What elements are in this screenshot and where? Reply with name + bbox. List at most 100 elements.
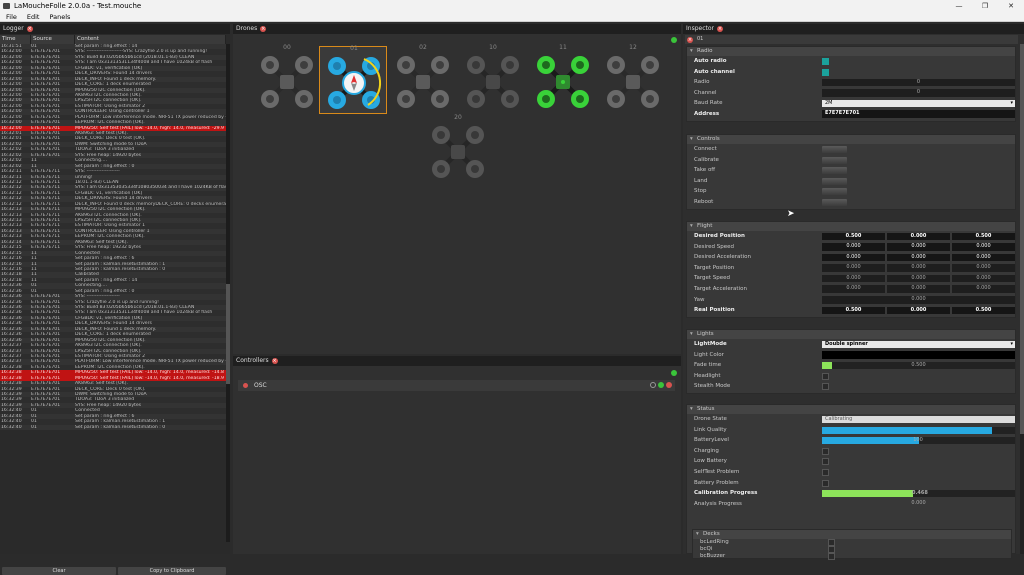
flight-value[interactable]: 0.500 [822,232,885,240]
drone-card[interactable]: 01 [319,45,387,114]
log-source: 01 [31,424,37,430]
calibration-label: Calibration Progress [694,490,758,497]
control-row: Land [687,176,1015,187]
flight-value[interactable]: 0.000 [952,264,1015,272]
control-button[interactable] [822,146,847,153]
drone-card[interactable]: 12 [599,44,667,114]
control-button[interactable] [822,156,847,164]
flight-value[interactable]: 0.000 [887,274,950,283]
drone-graphic [261,56,313,108]
stealth-label: Stealth Mode [694,383,731,390]
logger-scrollbar[interactable] [226,44,230,542]
flight-value[interactable]: 0.000 [822,296,1015,304]
drone-card[interactable]: 11 [529,44,597,114]
control-row: Connect [687,144,1015,155]
baud-select[interactable]: 2M ▾ [822,99,1015,108]
tab-controllers[interactable]: Controllers × [233,356,278,366]
stealth-checkbox[interactable] [822,383,829,391]
flight-value[interactable]: 0.000 [887,306,950,315]
add-drone-icon[interactable] [671,37,677,43]
address-field[interactable]: E7E7E7E701 [822,110,1015,118]
close-icon[interactable]: × [687,36,693,43]
tab-drones[interactable]: Drones × [233,24,267,34]
drone-state-row: Drone State Calibrating [687,414,1015,425]
flight-value[interactable]: 0.000 [822,264,885,272]
col-time[interactable]: Time [0,35,31,44]
deck-label: bcLedRing [700,539,729,545]
scroll-thumb[interactable] [226,284,230,384]
remove-controller-icon[interactable] [243,383,248,388]
menu-edit[interactable]: Edit [27,12,40,21]
section-header[interactable]: Radio [687,47,1015,56]
channel-field[interactable]: 0 [822,89,1015,97]
section-header[interactable]: Controls [687,135,1015,144]
flight-value[interactable]: 0.000 [887,264,950,272]
close-icon[interactable]: × [26,25,33,32]
control-button[interactable] [822,188,847,196]
radio-field[interactable]: 0 [822,78,1015,87]
address-label: Address [694,110,720,117]
menu-file[interactable]: File [6,12,17,21]
light-color-swatch[interactable] [822,351,1015,359]
flight-value[interactable]: 0.000 [887,285,950,293]
delete-icon[interactable] [666,382,672,388]
drone-card[interactable]: 20 [424,114,492,184]
flight-value[interactable]: 0.500 [822,306,885,315]
battery-row: BatteryLevel 100 [687,435,1015,446]
control-button[interactable] [822,177,847,185]
headlight-label: Headlight [694,372,721,379]
tab-logger[interactable]: Logger × [0,24,33,34]
controller-item-osc[interactable]: OSC [238,380,675,391]
log-row[interactable]: 16:32:40 01 Set param : kalman.resetEstima… [0,424,226,431]
auto-radio-checkbox[interactable] [822,58,829,65]
minimize-button[interactable]: — [946,0,972,12]
section-header[interactable]: Status [687,405,1015,414]
flight-value[interactable]: 0.000 [952,274,1015,283]
flight-row: Yaw 0.000 [687,295,1015,306]
inspector-scrollbar[interactable] [1020,44,1024,554]
drone-card[interactable]: 10 [459,44,527,114]
drone-card[interactable]: 02 [389,44,457,114]
flight-value[interactable]: 0.000 [822,285,885,293]
scroll-thumb[interactable] [1020,44,1024,434]
drone-state-label: Drone State [694,416,727,422]
control-row: Reboot [687,197,1015,208]
enabled-icon[interactable] [658,382,664,388]
flight-value[interactable]: 0.500 [952,306,1015,315]
section-header[interactable]: Flight [687,222,1015,231]
auto-channel-checkbox[interactable] [822,68,829,76]
close-icon[interactable]: × [271,357,278,364]
tab-inspector[interactable]: Inspector × [683,24,723,34]
close-window-button[interactable]: ✕ [998,0,1024,12]
col-source[interactable]: Source [31,35,75,44]
flight-value[interactable]: 0.000 [952,285,1015,293]
logger-panel: Logger × Time Source Content 16:31:51 01 Se… [0,24,230,575]
flight-value[interactable]: 0.000 [822,274,885,283]
lightmode-select[interactable]: Double spinner ▾ [822,340,1015,348]
clear-button[interactable]: Clear [2,567,116,575]
add-controller-icon[interactable] [671,370,677,376]
drone-card[interactable]: 00 [253,44,321,114]
col-content[interactable]: Content [75,35,226,44]
section-header[interactable]: Decks [693,530,1011,539]
headlight-checkbox[interactable] [822,372,829,380]
section-header[interactable]: Lights [687,330,1015,339]
flight-value[interactable]: 0.000 [822,253,885,262]
flight-value[interactable]: 0.500 [952,232,1015,240]
flight-value[interactable]: 0.000 [887,243,950,251]
flight-value[interactable]: 0.000 [952,253,1015,262]
flight-value[interactable]: 0.000 [952,243,1015,251]
deck-row: bcBuzzer [693,553,1011,560]
close-icon[interactable]: × [717,25,723,32]
auto-channel-label: Auto channel [694,68,735,75]
copy-clipboard-button[interactable]: Copy to Clipboard [118,567,226,575]
control-button[interactable] [822,198,847,206]
close-icon[interactable]: × [260,25,267,32]
radio-label: Radio [694,79,710,86]
flight-value[interactable]: 0.000 [822,243,885,251]
maximize-button[interactable]: ❐ [972,0,998,12]
control-button[interactable] [822,167,847,175]
flight-value[interactable]: 0.000 [887,232,950,240]
menu-panels[interactable]: Panels [49,12,70,21]
flight-value[interactable]: 0.000 [887,253,950,262]
